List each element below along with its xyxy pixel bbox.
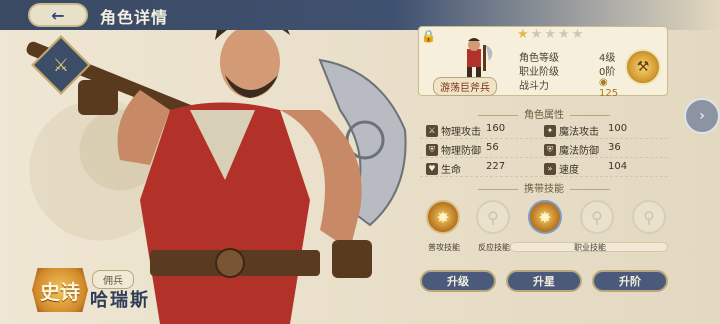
rank-row: 职业阶级 0阶 <box>519 67 616 78</box>
side-expand-button[interactable]: › <box>684 98 720 134</box>
upgrade-button[interactable]: 升级 <box>420 270 496 292</box>
job-label: 游荡巨斧兵 <box>433 77 497 96</box>
empty-skill-icon: ⚲ <box>591 207 603 227</box>
attributes-title: 角色属性 <box>444 106 644 121</box>
attr-row: ⚔ 物理攻击 160 ✦ 魔法攻击 100 <box>420 120 668 139</box>
rarity-badge: 史诗 <box>32 268 88 312</box>
attributes-grid: ⚔ 物理攻击 160 ✦ 魔法攻击 100 ⛨ 物理防御 56 ⛨ 魔法防御 36 ♥ 生… <box>420 120 668 177</box>
star-rating: ★★★★★ <box>517 27 585 42</box>
boot-icon: » <box>544 162 556 175</box>
normal-attack-skill[interactable]: ✸ <box>426 200 460 234</box>
star-icon: ★ <box>517 27 531 42</box>
page-title: 角色详情 <box>100 8 169 27</box>
power-icon: ◉ <box>599 77 608 88</box>
sword-icon: ⚔ <box>426 124 438 137</box>
star-icon: ★ <box>530 27 545 42</box>
power-row: 战斗力 ◉ 125 <box>519 77 619 99</box>
skills-title: 携带技能 <box>444 180 644 195</box>
attr-row: ♥ 生命 227 » 速度 104 <box>420 158 668 177</box>
empty-skill-icon: ⚲ <box>643 207 655 227</box>
hero-name: 哈瑞斯 <box>90 290 150 311</box>
job-skill-label: 职业技能 <box>574 243 606 252</box>
reaction-skill-label: 反应技能 <box>478 243 510 252</box>
hero-info-card: 🔒 ★★★★★ 游荡巨斧兵 角色等级 4级 职业阶级 0阶 战斗力 ◉ 125 … <box>418 26 668 99</box>
star-up-button[interactable]: 升星 <box>506 270 582 292</box>
star-icon: ★ <box>544 27 558 42</box>
heart-icon: ♥ <box>426 162 438 175</box>
star-icon: ★ <box>571 27 586 42</box>
expand-arrow-icon: › <box>699 108 705 124</box>
back-button[interactable]: ← <box>28 3 88 27</box>
slash-skill-icon: ✸ <box>436 207 450 227</box>
job-skill-1[interactable]: ✸ <box>528 200 562 234</box>
normal-skill-label: 普攻技能 <box>428 243 460 252</box>
level-row: 角色等级 4级 <box>519 53 616 64</box>
job-skill-slot-3[interactable]: ⚲ <box>632 200 666 234</box>
magic-shield-icon: ⛨ <box>544 143 556 156</box>
reaction-skill-slot[interactable]: ⚲ <box>476 200 510 234</box>
lock-icon[interactable]: 🔒 <box>421 29 436 43</box>
slash-skill-icon: ✸ <box>538 207 552 227</box>
attr-row: ⛨ 物理防御 56 ⛨ 魔法防御 36 <box>420 139 668 158</box>
hero-mini-sprite <box>467 38 493 77</box>
back-arrow-icon: ← <box>51 5 65 25</box>
shield-icon: ⛨ <box>426 143 438 156</box>
empty-skill-icon: ⚲ <box>487 207 499 227</box>
axe-class-icon: ⚔ <box>52 54 70 76</box>
star-icon: ★ <box>557 27 572 42</box>
axe-medal-icon: ⚒ <box>636 59 650 75</box>
class-medal-button[interactable]: ⚒ <box>625 49 661 85</box>
wand-icon: ✦ <box>544 124 556 137</box>
job-skill-slot-2[interactable]: ⚲ <box>580 200 614 234</box>
rank-up-button[interactable]: 升阶 <box>592 270 668 292</box>
